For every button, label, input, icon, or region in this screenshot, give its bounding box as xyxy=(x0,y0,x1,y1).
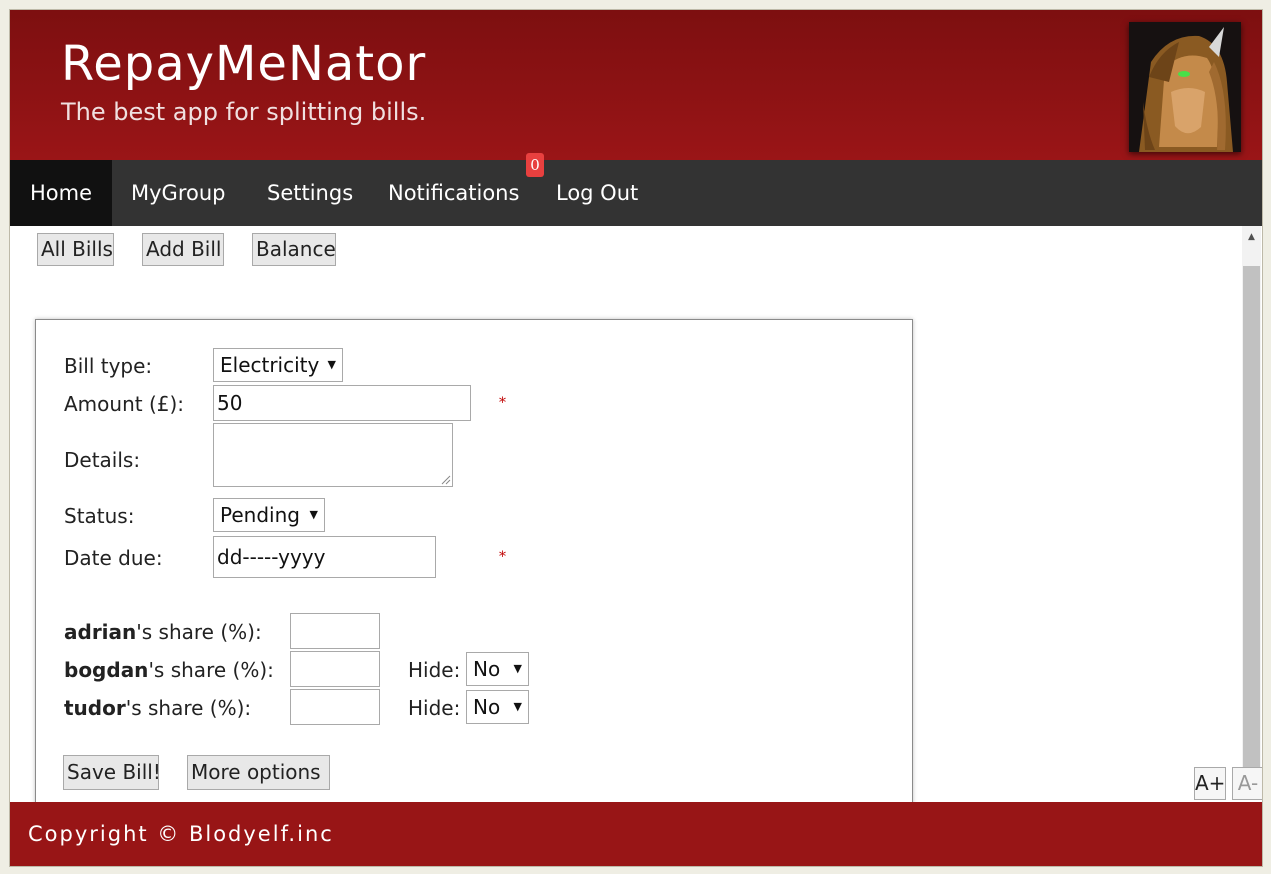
app-window: RepayMeNator The best app for splitting … xyxy=(9,9,1263,867)
resize-handle-icon[interactable] xyxy=(441,475,451,485)
details-label: Details: xyxy=(64,448,141,472)
scrollbar[interactable]: ▲ xyxy=(1242,226,1261,786)
share-suffix: 's share (%): xyxy=(136,620,262,644)
chevron-down-icon: ▼ xyxy=(513,662,522,675)
bill-type-value: Electricity xyxy=(220,353,320,377)
details-textarea[interactable] xyxy=(213,423,453,487)
chevron-down-icon: ▼ xyxy=(327,358,336,371)
hide-value: No xyxy=(473,657,501,681)
nav-item-settings[interactable]: Settings xyxy=(247,160,373,226)
scroll-thumb[interactable] xyxy=(1243,266,1260,780)
avatar-image-icon xyxy=(1129,22,1241,152)
avatar[interactable] xyxy=(1129,22,1241,152)
font-decrease-button[interactable]: A- xyxy=(1232,767,1262,800)
status-value: Pending xyxy=(220,503,300,527)
add-bill-button[interactable]: Add Bill xyxy=(142,233,224,266)
save-bill-button[interactable]: Save Bill! xyxy=(63,755,161,790)
bill-type-label: Bill type: xyxy=(64,354,153,378)
header: RepayMeNator The best app for splitting … xyxy=(10,10,1262,160)
hide-label-tudor: Hide: xyxy=(408,696,461,720)
chevron-down-icon: ▼ xyxy=(513,700,522,713)
date-required-mark: * xyxy=(499,549,506,565)
share-label-bogdan: bogdan's share (%): xyxy=(64,658,274,682)
all-bills-button[interactable]: All Bills xyxy=(37,233,114,266)
balance-button[interactable]: Balance xyxy=(252,233,336,266)
hide-value: No xyxy=(473,695,501,719)
hide-select-tudor[interactable]: No ▼ xyxy=(466,690,529,724)
nav-item-logout[interactable]: Log Out xyxy=(536,160,658,226)
status-label: Status: xyxy=(64,504,135,528)
app-subtitle: The best app for splitting bills. xyxy=(61,98,427,126)
font-increase-button[interactable]: A+ xyxy=(1194,767,1226,800)
share-input-adrian[interactable] xyxy=(290,613,380,649)
main-content: All Bills Add Bill Balance Bill type: El… xyxy=(10,226,1262,802)
share-user-name: tudor xyxy=(64,696,126,720)
nav-item-mygroup[interactable]: MyGroup xyxy=(111,160,245,226)
notifications-badge: 0 xyxy=(526,153,544,177)
footer: Copyright © Blodyelf.inc xyxy=(10,802,1262,866)
amount-input[interactable]: 50 xyxy=(213,385,471,421)
add-bill-form: Bill type: Electricity ▼ Amount (£): 50 … xyxy=(35,319,913,802)
copyright-text: Copyright © Blodyelf.inc xyxy=(28,822,334,846)
share-suffix: 's share (%): xyxy=(148,658,274,682)
share-input-tudor[interactable] xyxy=(290,689,380,725)
more-options-button[interactable]: More options xyxy=(187,755,330,790)
amount-required-mark: * xyxy=(499,395,506,411)
main-nav: Home MyGroup Settings Notifications Log … xyxy=(10,160,1262,226)
app-title: RepayMeNator xyxy=(61,36,427,92)
share-label-tudor: tudor's share (%): xyxy=(64,696,251,720)
share-user-name: adrian xyxy=(64,620,137,644)
scroll-up-arrow-icon[interactable]: ▲ xyxy=(1242,226,1261,248)
bill-type-select[interactable]: Electricity ▼ xyxy=(213,348,343,382)
chevron-down-icon: ▼ xyxy=(309,508,318,521)
share-input-bogdan[interactable] xyxy=(290,651,380,687)
share-label-adrian: adrian's share (%): xyxy=(64,620,262,644)
amount-label: Amount (£): xyxy=(64,392,185,416)
nav-item-notifications[interactable]: Notifications xyxy=(368,160,539,226)
nav-item-home[interactable]: Home xyxy=(10,160,113,226)
hide-select-bogdan[interactable]: No ▼ xyxy=(466,652,529,686)
share-user-name: bogdan xyxy=(64,658,149,682)
date-due-input[interactable]: dd-----yyyy xyxy=(213,536,436,578)
hide-label-bogdan: Hide: xyxy=(408,658,461,682)
status-select[interactable]: Pending ▼ xyxy=(213,498,325,532)
share-suffix: 's share (%): xyxy=(125,696,252,720)
date-due-label: Date due: xyxy=(64,546,163,570)
